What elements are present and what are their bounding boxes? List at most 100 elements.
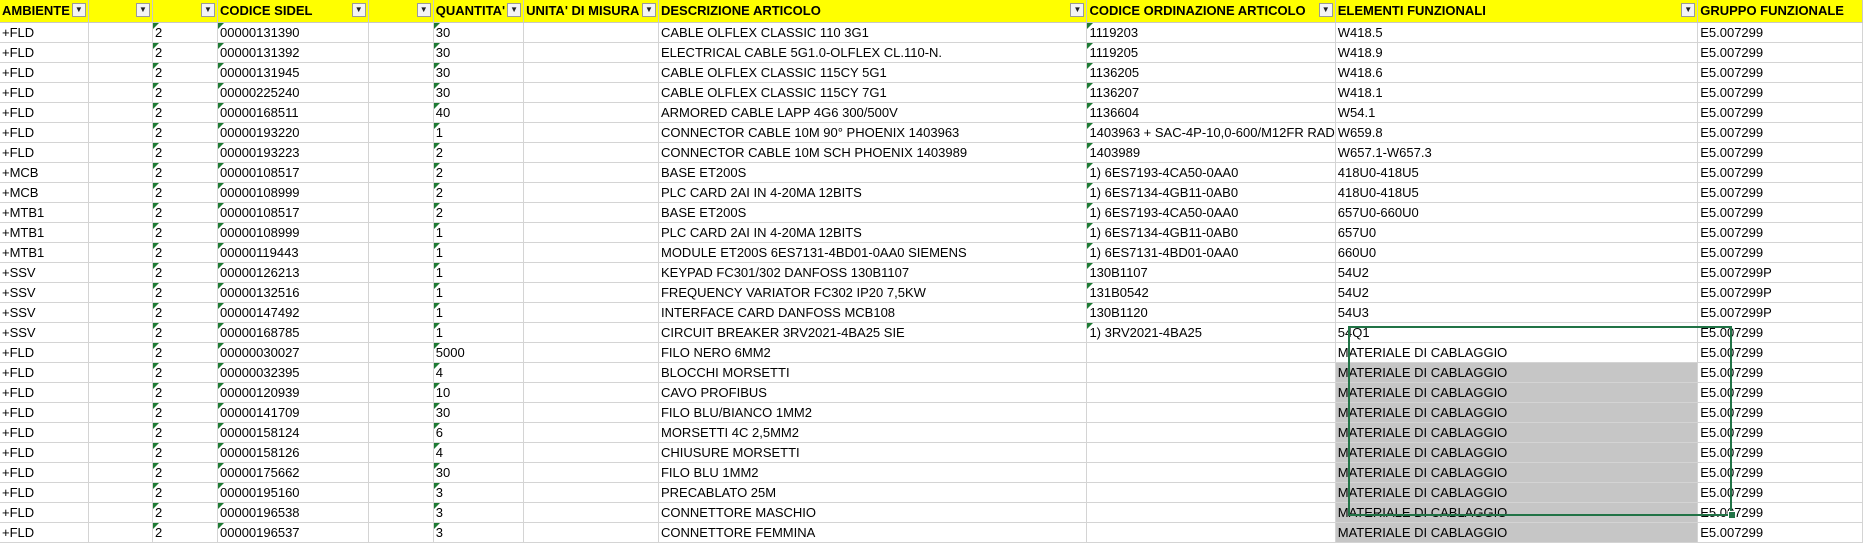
cell-col-c[interactable]: 2	[152, 502, 218, 523]
cell-descrizione-articolo[interactable]: PLC CARD 2AI IN 4-20MA 12BITS	[658, 222, 1088, 243]
cell-col-b[interactable]	[88, 442, 154, 463]
cell-col-c[interactable]: 2	[152, 82, 218, 103]
cell-unita-di-misura[interactable]	[523, 102, 659, 123]
cell-col-b[interactable]	[88, 22, 154, 43]
cell-ambiente[interactable]: +FLD	[0, 522, 89, 543]
cell-quantita[interactable]: 40	[433, 102, 525, 123]
cell-elementi-funzionali[interactable]: W418.1	[1335, 82, 1699, 103]
cell-col-c[interactable]: 2	[152, 402, 218, 423]
cell-gruppo-funzionale[interactable]: E5.007299	[1697, 462, 1863, 483]
cell-ambiente[interactable]: +FLD	[0, 142, 89, 163]
cell-descrizione-articolo[interactable]: CHIUSURE MORSETTI	[658, 442, 1088, 463]
cell-codice-ordinazione-articolo[interactable]: 1) 6ES7134-4GB11-0AB0	[1086, 222, 1336, 243]
cell-elementi-funzionali[interactable]: MATERIALE DI CABLAGGIO	[1335, 442, 1699, 463]
cell-elementi-funzionali[interactable]: W657.1-W657.3	[1335, 142, 1699, 163]
cell-quantita[interactable]: 30	[433, 462, 525, 483]
cell-descrizione-articolo[interactable]: BLOCCHI MORSETTI	[658, 362, 1088, 383]
cell-col-c[interactable]: 2	[152, 162, 218, 183]
cell-ambiente[interactable]: +FLD	[0, 42, 89, 63]
cell-col-b[interactable]	[88, 502, 154, 523]
cell-elementi-funzionali[interactable]: MATERIALE DI CABLAGGIO	[1335, 522, 1699, 543]
cell-codice-ordinazione-articolo[interactable]: 1) 6ES7193-4CA50-0AA0	[1086, 202, 1336, 223]
cell-unita-di-misura[interactable]	[523, 142, 659, 163]
cell-elementi-funzionali[interactable]: 54U2	[1335, 282, 1699, 303]
column-header-codice-sidel[interactable]: CODICE SIDEL ▼	[217, 0, 369, 23]
cell-elementi-funzionali[interactable]: W418.6	[1335, 62, 1699, 83]
cell-ambiente[interactable]: +FLD	[0, 422, 89, 443]
cell-quantita[interactable]: 1	[433, 262, 525, 283]
cell-gruppo-funzionale[interactable]: E5.007299P	[1697, 302, 1863, 323]
cell-col-e[interactable]	[368, 502, 434, 523]
cell-elementi-funzionali[interactable]: W418.9	[1335, 42, 1699, 63]
cell-ambiente[interactable]: +FLD	[0, 402, 89, 423]
cell-gruppo-funzionale[interactable]: E5.007299	[1697, 62, 1863, 83]
cell-gruppo-funzionale[interactable]: E5.007299P	[1697, 282, 1863, 303]
cell-quantita[interactable]: 3	[433, 522, 525, 543]
cell-ambiente[interactable]: +MTB1	[0, 222, 89, 243]
cell-unita-di-misura[interactable]	[523, 402, 659, 423]
cell-ambiente[interactable]: +FLD	[0, 22, 89, 43]
cell-quantita[interactable]: 3	[433, 482, 525, 503]
cell-col-e[interactable]	[368, 242, 434, 263]
cell-col-c[interactable]: 2	[152, 322, 218, 343]
cell-codice-sidel[interactable]: 00000168511	[217, 102, 369, 123]
cell-col-e[interactable]	[368, 442, 434, 463]
cell-descrizione-articolo[interactable]: ARMORED CABLE LAPP 4G6 300/500V	[658, 102, 1088, 123]
cell-col-c[interactable]: 2	[152, 302, 218, 323]
cell-quantita[interactable]: 30	[433, 22, 525, 43]
cell-descrizione-articolo[interactable]: CONNECTOR CABLE 10M 90° PHOENIX 1403963	[658, 122, 1088, 143]
column-header-unita-di-misura[interactable]: UNITA' DI MISURA ▼	[523, 0, 659, 23]
cell-col-e[interactable]	[368, 262, 434, 283]
cell-codice-ordinazione-articolo[interactable]: 1136207	[1086, 82, 1336, 103]
cell-col-e[interactable]	[368, 62, 434, 83]
cell-col-c[interactable]: 2	[152, 242, 218, 263]
cell-codice-sidel[interactable]: 00000195160	[217, 482, 369, 503]
cell-descrizione-articolo[interactable]: BASE ET200S	[658, 162, 1088, 183]
cell-elementi-funzionali[interactable]: MATERIALE DI CABLAGGIO	[1335, 362, 1699, 383]
cell-col-e[interactable]	[368, 222, 434, 243]
cell-elementi-funzionali[interactable]: MATERIALE DI CABLAGGIO	[1335, 342, 1699, 363]
cell-quantita[interactable]: 5000	[433, 342, 525, 363]
cell-col-b[interactable]	[88, 362, 154, 383]
cell-codice-sidel[interactable]: 00000108999	[217, 222, 369, 243]
cell-quantita[interactable]: 1	[433, 322, 525, 343]
cell-quantita[interactable]: 30	[433, 42, 525, 63]
filter-dropdown-icon[interactable]: ▼	[1681, 3, 1696, 17]
cell-unita-di-misura[interactable]	[523, 302, 659, 323]
cell-col-b[interactable]	[88, 382, 154, 403]
cell-gruppo-funzionale[interactable]: E5.007299	[1697, 342, 1863, 363]
cell-descrizione-articolo[interactable]: CONNETTORE MASCHIO	[658, 502, 1088, 523]
cell-codice-sidel[interactable]: 00000175662	[217, 462, 369, 483]
cell-codice-sidel[interactable]: 00000193223	[217, 142, 369, 163]
cell-elementi-funzionali[interactable]: 660U0	[1335, 242, 1699, 263]
cell-col-c[interactable]: 2	[152, 142, 218, 163]
cell-gruppo-funzionale[interactable]: E5.007299	[1697, 482, 1863, 503]
filter-dropdown-icon[interactable]: ▼	[1318, 3, 1333, 17]
cell-unita-di-misura[interactable]	[523, 122, 659, 143]
cell-codice-sidel[interactable]: 00000158124	[217, 422, 369, 443]
column-header-descrizione-articolo[interactable]: DESCRIZIONE ARTICOLO ▼	[658, 0, 1088, 23]
cell-unita-di-misura[interactable]	[523, 82, 659, 103]
cell-col-b[interactable]	[88, 462, 154, 483]
cell-codice-ordinazione-articolo[interactable]: 1136205	[1086, 62, 1336, 83]
cell-quantita[interactable]: 2	[433, 142, 525, 163]
cell-descrizione-articolo[interactable]: FILO BLU 1MM2	[658, 462, 1088, 483]
cell-col-e[interactable]	[368, 102, 434, 123]
cell-col-b[interactable]	[88, 282, 154, 303]
column-header-col-c[interactable]: ▼	[152, 0, 218, 23]
cell-codice-ordinazione-articolo[interactable]: 1) 6ES7193-4CA50-0AA0	[1086, 162, 1336, 183]
cell-elementi-funzionali[interactable]: MATERIALE DI CABLAGGIO	[1335, 402, 1699, 423]
cell-gruppo-funzionale[interactable]: E5.007299	[1697, 162, 1863, 183]
cell-codice-ordinazione-articolo[interactable]: 1119205	[1086, 42, 1336, 63]
cell-col-b[interactable]	[88, 422, 154, 443]
cell-col-b[interactable]	[88, 322, 154, 343]
cell-col-e[interactable]	[368, 522, 434, 543]
cell-col-c[interactable]: 2	[152, 462, 218, 483]
cell-codice-sidel[interactable]: 00000131945	[217, 62, 369, 83]
cell-col-b[interactable]	[88, 82, 154, 103]
cell-gruppo-funzionale[interactable]: E5.007299	[1697, 242, 1863, 263]
cell-elementi-funzionali[interactable]: MATERIALE DI CABLAGGIO	[1335, 502, 1699, 523]
cell-elementi-funzionali[interactable]: 54U2	[1335, 262, 1699, 283]
cell-codice-ordinazione-articolo[interactable]: 1) 3RV2021-4BA25	[1086, 322, 1336, 343]
cell-gruppo-funzionale[interactable]: E5.007299	[1697, 502, 1863, 523]
